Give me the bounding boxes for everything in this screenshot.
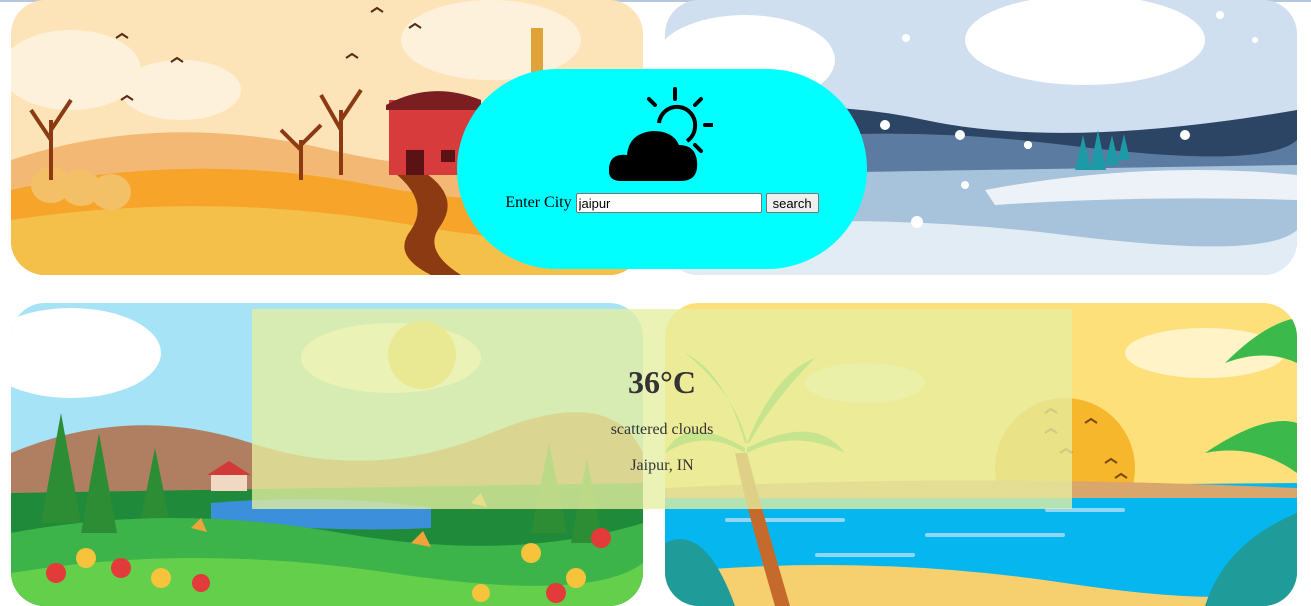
weather-result-card: 36°C scattered clouds Jaipur, IN [252, 309, 1072, 509]
temperature-value: 36°C [628, 364, 696, 400]
search-panel: Enter City search [457, 69, 867, 269]
partly-cloudy-icon [609, 87, 713, 181]
search-button[interactable]: search [765, 193, 819, 213]
enter-city-label: Enter City [505, 194, 572, 211]
location-text: Jaipur, IN [630, 457, 694, 474]
search-row: Enter City search [457, 193, 867, 213]
city-search-input[interactable] [575, 193, 762, 213]
weather-description: scattered clouds [610, 421, 714, 438]
